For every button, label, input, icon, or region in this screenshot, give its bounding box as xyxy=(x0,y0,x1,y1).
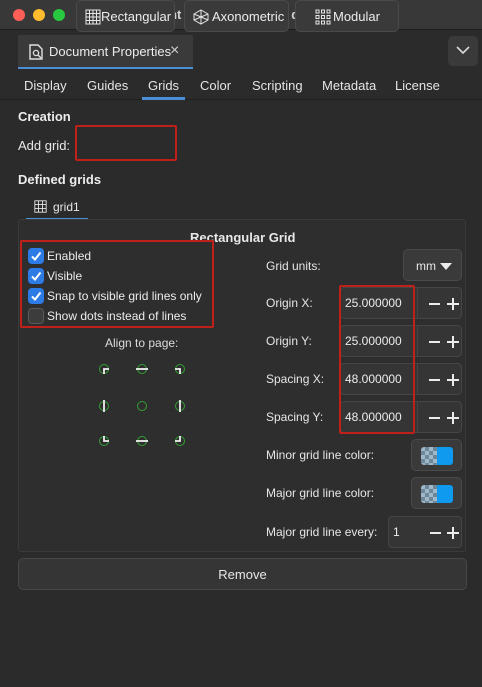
rectangular-grid-button[interactable]: Rectangular xyxy=(76,0,175,32)
dock-tab-label: Document Properties xyxy=(49,44,172,59)
tab-scripting[interactable]: Scripting xyxy=(252,78,303,93)
axonometric-grid-button[interactable]: Axonometric xyxy=(184,0,289,32)
tab-metadata[interactable]: Metadata xyxy=(322,78,376,93)
origin-y-spinner[interactable]: 25.000000 xyxy=(340,325,462,357)
enabled-checkbox[interactable] xyxy=(28,248,44,264)
minor-color-label: Minor grid line color: xyxy=(266,448,375,462)
dock-header: Document Properties × xyxy=(0,30,482,70)
spacing-x-spinner[interactable]: 48.000000 xyxy=(340,363,462,395)
dock-menu-button[interactable] xyxy=(448,36,478,66)
spacing-x-label: Spacing X: xyxy=(266,372,325,386)
dropdown-arrow-icon xyxy=(440,263,452,270)
align-to-page-picker[interactable] xyxy=(92,358,192,450)
axonometric-button-label: Axonometric xyxy=(212,9,285,24)
origin-x-label: Origin X: xyxy=(266,296,313,310)
tab-grids[interactable]: Grids xyxy=(148,78,179,93)
origin-x-input[interactable]: 25.000000 xyxy=(345,296,402,310)
close-icon[interactable]: × xyxy=(170,42,179,60)
rectangular-button-label: Rectangular xyxy=(101,9,172,24)
spacing-y-spinner[interactable]: 48.000000 xyxy=(340,401,462,433)
spacing-x-input[interactable]: 48.000000 xyxy=(345,372,402,386)
tab-color[interactable]: Color xyxy=(200,78,231,93)
modular-grid-icon xyxy=(315,9,331,25)
checkmark-icon xyxy=(31,291,42,302)
tab-display[interactable]: Display xyxy=(24,78,67,93)
snap-visible-label: Snap to visible grid lines only xyxy=(47,289,202,303)
grid-tab-grid1[interactable]: grid1 xyxy=(26,196,88,220)
document-properties-icon xyxy=(29,44,43,60)
enabled-label: Enabled xyxy=(47,249,92,263)
minor-color-swatch xyxy=(421,447,453,465)
snap-visible-checkbox[interactable] xyxy=(28,288,44,304)
checkmark-icon xyxy=(31,271,42,282)
chevron-down-icon xyxy=(456,46,470,55)
visible-checkbox[interactable] xyxy=(28,268,44,284)
origin-x-spinner[interactable]: 25.000000 xyxy=(340,287,462,319)
show-dots-label: Show dots instead of lines xyxy=(47,309,187,323)
origin-y-label: Origin Y: xyxy=(266,334,312,348)
defined-grids-heading: Defined grids xyxy=(18,172,102,187)
active-tab-indicator xyxy=(142,97,185,100)
major-color-label: Major grid line color: xyxy=(266,486,375,500)
major-every-input[interactable]: 1 xyxy=(393,525,400,539)
grid-units-label: Grid units: xyxy=(266,259,321,273)
rectangular-grid-icon xyxy=(85,9,101,25)
decrement-icon[interactable] xyxy=(429,379,440,381)
minor-grid-color-button[interactable] xyxy=(411,439,462,471)
highlight-rectangular xyxy=(75,125,177,161)
properties-tabs: Display Guides Grids Color Scripting Met… xyxy=(0,72,482,100)
major-color-swatch xyxy=(421,485,453,503)
align-to-page-label: Align to page: xyxy=(105,336,179,350)
show-dots-checkbox[interactable] xyxy=(28,308,44,324)
decrement-icon[interactable] xyxy=(429,341,440,343)
remove-grid-button[interactable]: Remove xyxy=(18,558,467,590)
remove-label: Remove xyxy=(218,567,267,582)
decrement-icon[interactable] xyxy=(430,532,441,534)
grid-units-value: mm xyxy=(416,259,436,273)
spacing-y-label: Spacing Y: xyxy=(266,410,324,424)
major-every-spinner[interactable]: 1 xyxy=(388,516,462,548)
dock-tab-document-properties[interactable]: Document Properties × xyxy=(18,35,193,69)
add-grid-label: Add grid: xyxy=(18,138,71,153)
axonometric-grid-icon xyxy=(193,9,209,25)
major-grid-color-button[interactable] xyxy=(411,477,462,509)
grid-units-dropdown[interactable]: mm xyxy=(403,249,462,281)
spacing-y-input[interactable]: 48.000000 xyxy=(345,410,402,424)
decrement-icon[interactable] xyxy=(429,417,440,419)
rectangular-grid-icon xyxy=(34,200,47,213)
modular-grid-button[interactable]: Modular xyxy=(295,0,399,32)
visible-label: Visible xyxy=(47,269,83,283)
creation-heading: Creation xyxy=(18,109,71,124)
grid-tab-label: grid1 xyxy=(53,200,80,214)
modular-button-label: Modular xyxy=(333,9,380,24)
major-every-label: Major grid line every: xyxy=(266,525,378,539)
tab-license[interactable]: License xyxy=(395,78,440,93)
origin-y-input[interactable]: 25.000000 xyxy=(345,334,402,348)
tab-guides[interactable]: Guides xyxy=(87,78,128,93)
decrement-icon[interactable] xyxy=(429,303,440,305)
checkmark-icon xyxy=(31,251,42,262)
grid-type-title: Rectangular Grid xyxy=(190,230,296,245)
